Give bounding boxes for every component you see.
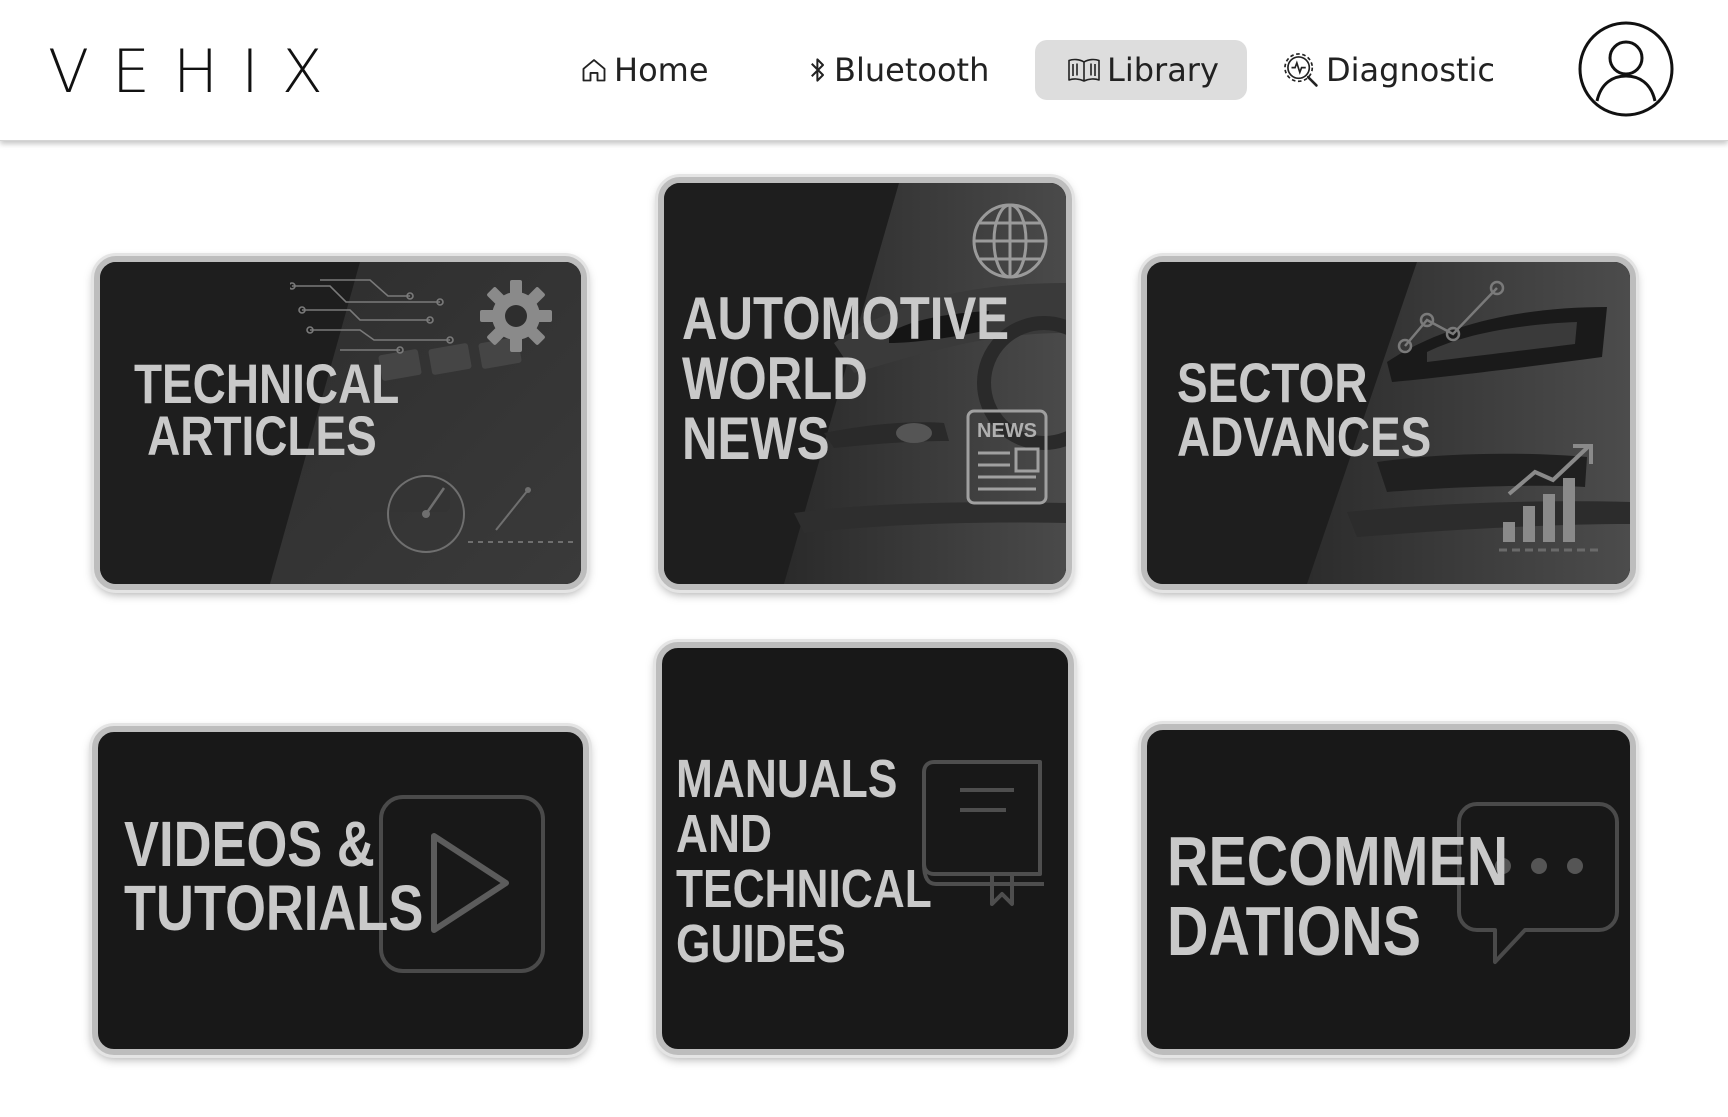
nav-home[interactable]: Home	[580, 40, 709, 100]
nav-library-label: Library	[1107, 51, 1219, 89]
nav-bluetooth-label: Bluetooth	[834, 51, 990, 89]
card-title: AUTOMOTIVE WORLD NEWS	[682, 285, 1010, 472]
card-title: TECHNICAL ARTICLES	[134, 352, 400, 467]
nav-diagnostic[interactable]: Diagnostic	[1282, 40, 1495, 100]
globe-icon	[972, 203, 1048, 279]
vehix-logo[interactable]: VEHIX	[48, 36, 346, 108]
card-title: RECOMMEN DATIONS	[1167, 822, 1509, 970]
bar-chart-icon	[1499, 444, 1599, 552]
nav-home-label: Home	[614, 51, 709, 89]
card-recommendations[interactable]: RECOMMEN DATIONS	[1141, 724, 1636, 1055]
card-title: SECTOR ADVANCES	[1177, 351, 1432, 468]
bluetooth-icon	[808, 55, 828, 85]
card-title: VIDEOS & TUTORIALS	[124, 808, 424, 944]
user-profile-icon[interactable]	[1578, 21, 1674, 117]
circuit-icon	[290, 279, 454, 354]
nav-library[interactable]: Library	[1035, 40, 1247, 100]
trend-line-icon	[1397, 280, 1505, 354]
book-icon	[922, 760, 1044, 906]
top-nav-bar: VEHIX Home Bluetooth Library Diagnostic	[0, 0, 1728, 141]
speedometer-icon	[387, 475, 576, 553]
card-manuals-technical-guides[interactable]: MANUALS AND TECHNICAL GUIDES	[656, 642, 1074, 1055]
nav-bluetooth[interactable]: Bluetooth	[808, 40, 989, 100]
card-technical-articles[interactable]: TECHNICAL ARTICLES	[94, 256, 587, 590]
book-open-icon	[1067, 55, 1101, 85]
gear-icon	[480, 280, 552, 352]
nav-diagnostic-label: Diagnostic	[1326, 51, 1496, 89]
card-videos-tutorials[interactable]: VIDEOS & TUTORIALS	[92, 726, 589, 1055]
card-automotive-world-news[interactable]: NEWS AUTOMOTIVE WORLD NEWS	[658, 177, 1072, 590]
home-icon	[580, 56, 608, 84]
gear-search-icon	[1282, 51, 1320, 89]
card-title: MANUALS AND TECHNICAL GUIDES	[676, 749, 932, 974]
card-sector-advances[interactable]: SECTOR ADVANCES	[1141, 256, 1636, 590]
